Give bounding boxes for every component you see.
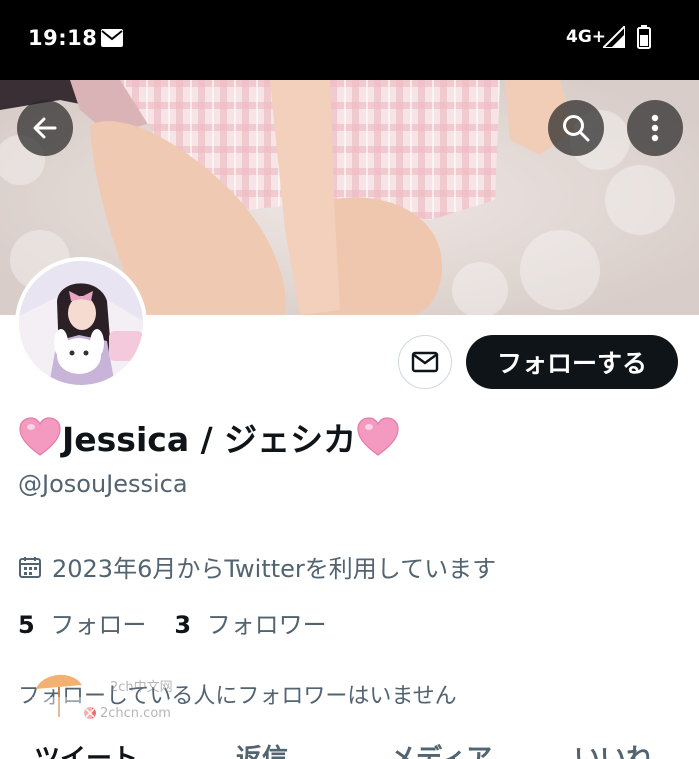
tab-likes[interactable]: いいね bbox=[574, 738, 652, 759]
follow-button[interactable]: フォローする bbox=[466, 335, 678, 389]
status-time: 19:18 bbox=[28, 26, 98, 50]
profile-tabs: ツイート 返信 メディア いいね bbox=[0, 738, 699, 759]
display-name-text: Jessica / ジェシカ bbox=[62, 420, 357, 459]
followers-label: フォロワー bbox=[206, 611, 327, 639]
search-icon bbox=[563, 115, 590, 142]
followers-count: 3 bbox=[174, 611, 192, 639]
signal-icon bbox=[603, 26, 625, 48]
display-name: Jessica / ジェシカ bbox=[18, 413, 400, 461]
following-link[interactable]: 5 フォロー bbox=[18, 605, 146, 640]
follow-counts: 5 フォロー 3 フォロワー bbox=[18, 605, 327, 640]
tab-tweets[interactable]: ツイート bbox=[34, 738, 138, 759]
tab-replies[interactable]: 返信 bbox=[236, 738, 288, 759]
calendar-icon bbox=[19, 556, 41, 578]
avatar-image bbox=[19, 261, 143, 385]
network-type: 4G+ bbox=[566, 27, 607, 47]
mail-icon bbox=[101, 29, 123, 47]
message-button[interactable] bbox=[398, 335, 452, 389]
envelope-icon bbox=[411, 351, 439, 373]
watermark-url: 2chcn.com bbox=[100, 706, 171, 721]
following-count: 5 bbox=[18, 611, 35, 639]
status-bar: 19:18 4G+ bbox=[0, 0, 699, 80]
more-options-button[interactable] bbox=[627, 100, 683, 156]
pink-heart-icon bbox=[19, 417, 61, 456]
pink-heart-icon bbox=[357, 417, 399, 456]
battery-icon bbox=[637, 25, 651, 49]
user-handle: @JosouJessica bbox=[18, 470, 188, 498]
search-button[interactable] bbox=[548, 100, 604, 156]
followers-link[interactable]: 3 フォロワー bbox=[174, 605, 326, 640]
avatar[interactable] bbox=[15, 257, 147, 389]
tab-media[interactable]: メディア bbox=[390, 738, 492, 759]
join-date-text: 2023年6月からTwitterを利用しています bbox=[52, 555, 497, 583]
join-date: 2023年6月からTwitterを利用しています bbox=[18, 549, 496, 584]
watermark-text: 2ch中文网 bbox=[110, 680, 173, 695]
following-label: フォロー bbox=[50, 611, 147, 639]
back-arrow-icon bbox=[33, 117, 57, 139]
back-button[interactable] bbox=[17, 100, 73, 156]
more-vertical-icon bbox=[651, 114, 659, 142]
